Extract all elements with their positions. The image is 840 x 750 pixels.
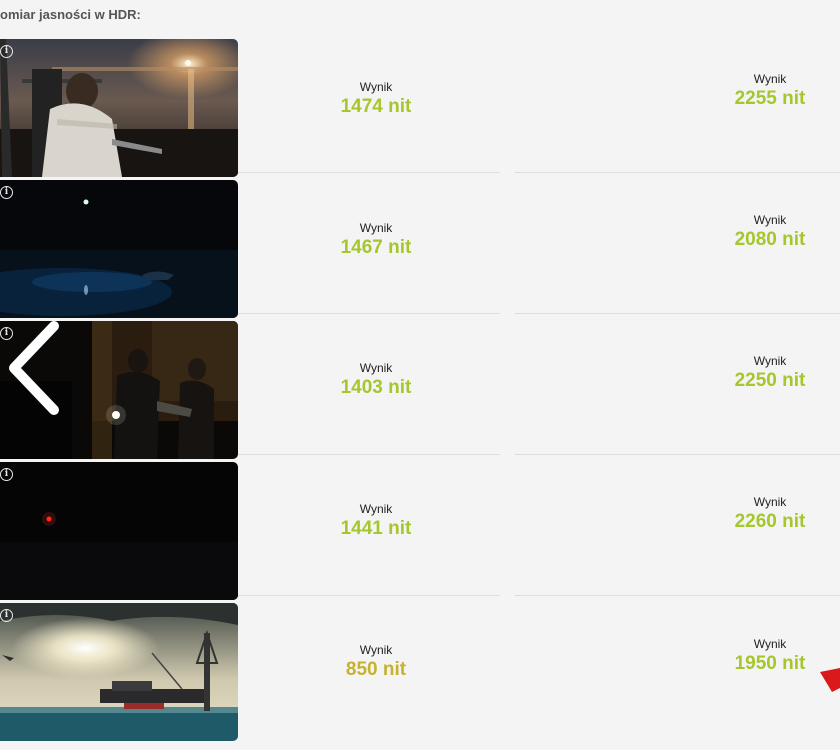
info-icon[interactable]: i: [0, 468, 13, 481]
result-value: 2080 nit: [734, 229, 806, 250]
result-label: Wynik: [753, 354, 787, 368]
result-label: Wynik: [359, 502, 393, 516]
row-divider-right: [515, 595, 840, 596]
section-heading: omiar jasności w HDR:: [0, 7, 141, 22]
thumbnail-black-red-light[interactable]: i: [0, 462, 238, 600]
result-right-1: Wynik 2255 nit: [710, 72, 830, 110]
result-left-5: Wynik 850 nit: [316, 643, 436, 681]
row-divider-right: [515, 172, 840, 173]
result-left-2: Wynik 1467 nit: [316, 221, 436, 259]
result-value: 850 nit: [345, 659, 407, 680]
result-right-5: Wynik 1950 nit: [710, 637, 830, 675]
thumbnail-oil-rig-daylight[interactable]: i: [0, 603, 238, 741]
result-label: Wynik: [753, 637, 787, 651]
thumbnail-sunset-ship[interactable]: i: [0, 39, 238, 177]
result-label: Wynik: [753, 495, 787, 509]
result-value: 1474 nit: [340, 96, 412, 117]
chevron-left-icon[interactable]: [2, 318, 64, 418]
row-divider-left: [238, 172, 500, 173]
result-left-3: Wynik 1403 nit: [316, 361, 436, 399]
info-icon[interactable]: i: [0, 609, 13, 622]
row-divider-right: [515, 313, 840, 314]
info-icon[interactable]: i: [0, 186, 13, 199]
result-value: 2260 nit: [734, 511, 806, 532]
row-divider-right: [515, 454, 840, 455]
result-label: Wynik: [753, 72, 787, 86]
result-value: 1467 nit: [340, 237, 412, 258]
result-value: 2255 nit: [734, 88, 806, 109]
result-label: Wynik: [753, 213, 787, 227]
red-arrow-icon: [820, 668, 840, 692]
info-icon[interactable]: i: [0, 45, 13, 58]
row-divider-left: [238, 454, 500, 455]
result-right-4: Wynik 2260 nit: [710, 495, 830, 533]
row-divider-left: [238, 595, 500, 596]
result-right-3: Wynik 2250 nit: [710, 354, 830, 392]
result-value: 1950 nit: [734, 653, 806, 674]
result-label: Wynik: [359, 221, 393, 235]
thumbnail-night-sea[interactable]: i: [0, 180, 238, 318]
result-value: 1441 nit: [340, 518, 412, 539]
row-divider-left: [238, 313, 500, 314]
result-left-4: Wynik 1441 nit: [316, 502, 436, 540]
result-value: 2250 nit: [734, 370, 806, 391]
result-label: Wynik: [359, 80, 393, 94]
result-left-1: Wynik 1474 nit: [316, 80, 436, 118]
result-label: Wynik: [359, 361, 393, 375]
result-label: Wynik: [359, 643, 393, 657]
result-right-2: Wynik 2080 nit: [710, 213, 830, 251]
result-value: 1403 nit: [340, 377, 412, 398]
